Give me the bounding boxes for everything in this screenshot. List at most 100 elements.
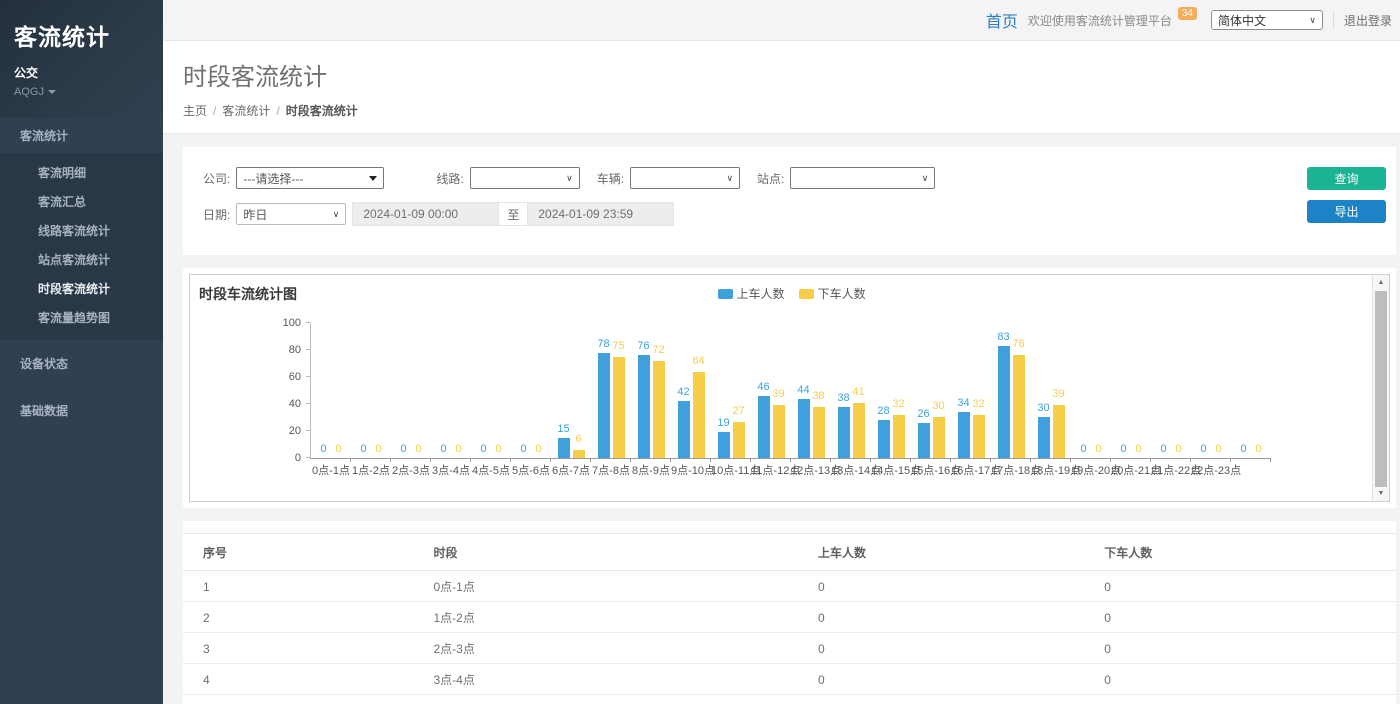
chart-box: 时段车流统计图 上车人数 下车人数 020406080100000点-1点001… (189, 274, 1390, 502)
sidebar-item-base-data[interactable]: 基础数据 (0, 387, 163, 428)
bar-group: 303918点-19点 (1031, 323, 1071, 458)
bar-value-label: 32 (972, 398, 984, 410)
boarding-bar[interactable] (558, 438, 570, 458)
bar-group: 76728点-9点 (631, 323, 671, 458)
bar-group: 0021点-22点 (1151, 323, 1191, 458)
x-axis-label: 6点-7点 (551, 462, 591, 478)
boarding-bar[interactable] (678, 401, 690, 458)
sidebar-item-flow-summary[interactable]: 客流汇总 (0, 187, 163, 216)
sidebar-item-passenger-stats[interactable]: 客流统计 (0, 118, 163, 154)
x-axis-label: 22点-23点 (1191, 462, 1231, 478)
boarding-bar[interactable] (878, 420, 890, 458)
company-label: 公司: (203, 170, 230, 187)
x-axis-label: 3点-4点 (431, 462, 471, 478)
breadcrumb-home[interactable]: 主页 (183, 104, 207, 118)
main-area: 首页 欢迎使用客流统计管理平台 34 简体中文 ∨ 退出登录 时段客流统计 主页… (163, 0, 1400, 704)
bar-group: 42649点-10点 (671, 323, 711, 458)
y-axis-tick-label: 60 (271, 371, 301, 383)
sidebar-submenu: 客流明细 客流汇总 线路客流统计 站点客流统计 时段客流统计 客流量趋势图 (0, 154, 163, 340)
boarding-bar[interactable] (998, 346, 1010, 458)
line-select[interactable]: ∨ (470, 167, 580, 189)
boarding-bar[interactable] (758, 396, 770, 458)
scroll-up-icon[interactable]: ▲ (1373, 275, 1389, 290)
alighting-bar[interactable] (733, 422, 745, 458)
start-date-input[interactable]: 2024-01-09 00:00 (352, 202, 499, 226)
station-select[interactable]: ∨ (790, 167, 935, 189)
boarding-bar[interactable] (638, 355, 650, 458)
bar-group: 343216点-17点 (951, 323, 991, 458)
x-axis-label: 1点-2点 (351, 462, 391, 478)
alighting-bar[interactable] (813, 407, 825, 458)
bar-value-label: 19 (717, 417, 729, 429)
alighting-bar[interactable] (693, 372, 705, 458)
boarding-bar[interactable] (798, 399, 810, 458)
chart-scrollbar[interactable]: ▲ ▼ (1372, 275, 1389, 501)
boarding-bar[interactable] (838, 407, 850, 458)
sidebar-item-flow-detail[interactable]: 客流明细 (0, 158, 163, 187)
breadcrumb-section[interactable]: 客流统计 (222, 104, 270, 118)
sidebar-item-trend-chart[interactable]: 客流量趋势图 (0, 303, 163, 332)
sidebar-item-station-stats[interactable]: 站点客流统计 (0, 245, 163, 274)
bar-group: 78757点-8点 (591, 323, 631, 458)
alighting-bar[interactable] (613, 357, 625, 458)
chart-legend: 上车人数 下车人数 (718, 285, 866, 302)
bar-value-label: 41 (852, 386, 864, 398)
date-preset-select[interactable]: 昨日 ∨ (236, 203, 346, 225)
alighting-bar[interactable] (653, 361, 665, 458)
bar-value-label: 46 (757, 381, 769, 393)
alighting-bar[interactable] (1053, 405, 1065, 458)
sidebar-item-device-status[interactable]: 设备状态 (0, 340, 163, 387)
x-axis-label: 4点-5点 (471, 462, 511, 478)
scrollbar-thumb[interactable] (1375, 291, 1387, 487)
home-link[interactable]: 首页 (986, 8, 1018, 32)
bar-value-label: 0 (1215, 443, 1221, 455)
sidebar-item-line-stats[interactable]: 线路客流统计 (0, 216, 163, 245)
alighting-bar[interactable] (933, 417, 945, 458)
date-label: 日期: (203, 206, 230, 223)
bar-group: 1566点-7点 (551, 323, 591, 458)
table-row: 21点-2点00 (183, 602, 1396, 633)
alighting-bar[interactable] (853, 403, 865, 458)
col-header-period: 时段 (413, 534, 798, 571)
logout-link[interactable]: 退出登录 (1344, 12, 1394, 29)
bar-value-label: 0 (360, 443, 366, 455)
alighting-bar[interactable] (773, 405, 785, 458)
y-axis-tick-label: 20 (271, 425, 301, 437)
x-axis-label: 12点-13点 (791, 462, 831, 478)
x-axis-label: 21点-22点 (1151, 462, 1191, 478)
alighting-bar[interactable] (573, 450, 585, 458)
y-axis-tick-label: 0 (271, 452, 301, 464)
boarding-bar[interactable] (1038, 417, 1050, 458)
language-select[interactable]: 简体中文 ∨ (1211, 10, 1323, 30)
boarding-bar[interactable] (718, 432, 730, 458)
bar-group: 263015点-16点 (911, 323, 951, 458)
export-button[interactable]: 导出 (1307, 200, 1386, 223)
boarding-bar[interactable] (918, 423, 930, 458)
end-date-input[interactable]: 2024-01-09 23:59 (527, 202, 674, 226)
table-panel: 序号 时段 上车人数 下车人数 10点-1点0021点-2点0032点-3点00… (183, 521, 1396, 704)
x-axis-label: 10点-11点 (711, 462, 751, 478)
legend-swatch-yellow (799, 289, 814, 299)
legend-boarding[interactable]: 上车人数 (718, 285, 785, 302)
org-switcher[interactable]: AQGJ (14, 86, 149, 98)
notification-badge: 34 (1178, 7, 1197, 20)
alighting-bar[interactable] (1013, 355, 1025, 458)
boarding-bar[interactable] (958, 412, 970, 458)
bar-group: 00 (1231, 323, 1271, 458)
legend-alighting[interactable]: 下车人数 (799, 285, 866, 302)
company-select[interactable]: ---请选择--- (236, 167, 384, 189)
y-axis-tick-label: 80 (271, 344, 301, 356)
alighting-bar[interactable] (973, 415, 985, 458)
query-button[interactable]: 查询 (1307, 167, 1386, 190)
table-row: 54点-5点00 (183, 695, 1396, 704)
alighting-bar[interactable] (893, 415, 905, 458)
scroll-down-icon[interactable]: ▼ (1373, 486, 1389, 501)
bar-value-label: 27 (732, 405, 744, 417)
bar-value-label: 76 (1012, 338, 1024, 350)
vehicle-select[interactable]: ∨ (630, 167, 740, 189)
bar-value-label: 83 (997, 331, 1009, 343)
sidebar-item-period-stats[interactable]: 时段客流统计 (0, 274, 163, 303)
bar-group: 005点-6点 (511, 323, 551, 458)
bar-value-label: 39 (772, 388, 784, 400)
boarding-bar[interactable] (598, 353, 610, 458)
